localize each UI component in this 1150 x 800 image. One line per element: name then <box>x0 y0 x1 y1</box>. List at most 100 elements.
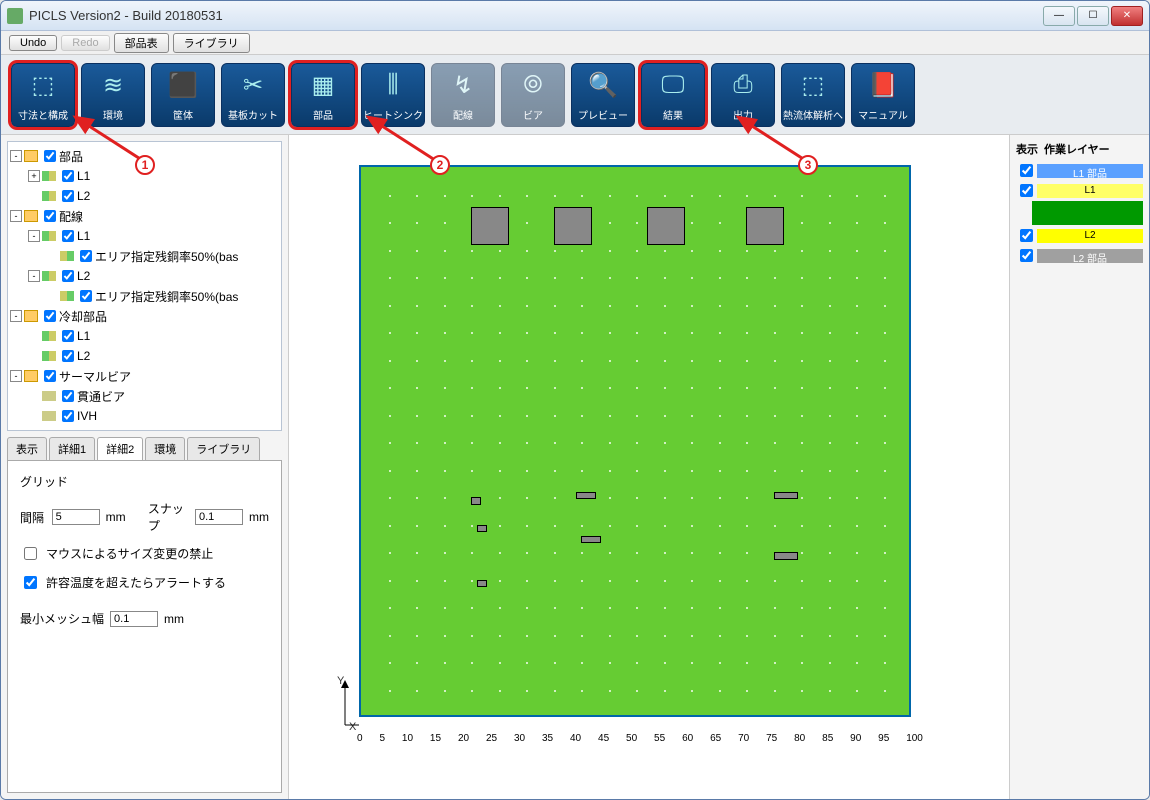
layer-checkbox[interactable] <box>1020 249 1033 262</box>
mesh-input[interactable] <box>110 611 158 627</box>
tree-node[interactable]: L2 <box>10 346 279 366</box>
ribbon-結果[interactable]: 🖵結果 <box>641 63 705 127</box>
tree-checkbox[interactable] <box>44 210 56 222</box>
ribbon-筐体[interactable]: ⬛筐体 <box>151 63 215 127</box>
layer-checkbox[interactable] <box>1020 164 1033 177</box>
snap-input[interactable] <box>195 509 243 525</box>
expand-icon[interactable]: - <box>10 370 22 382</box>
layer-icon <box>42 171 56 181</box>
pcb-board[interactable] <box>359 165 911 717</box>
tick-label: 0 <box>357 733 363 744</box>
ribbon-熱流体解析へ[interactable]: ⬚熱流体解析へ <box>781 63 845 127</box>
redo-button[interactable]: Redo <box>61 35 109 51</box>
expand-icon[interactable]: - <box>28 270 40 282</box>
tree-checkbox[interactable] <box>62 410 74 422</box>
layer-checkbox[interactable] <box>1020 229 1033 242</box>
tree-node[interactable]: 貫通ビア <box>10 386 279 406</box>
tree-node[interactable]: -冷却部品 <box>10 306 279 326</box>
tree-node[interactable]: L1 <box>10 326 279 346</box>
ribbon-icon: ≋ <box>103 64 123 107</box>
ribbon-ビア[interactable]: ⦾ビア <box>501 63 565 127</box>
ribbon-toolbar: ⬚寸法と構成≋環境⬛筐体✂基板カット▦部品⫼ヒートシンク↯配線⦾ビア🔍プレビュー… <box>1 55 1149 135</box>
layer-checkbox[interactable] <box>1020 184 1033 197</box>
tab-表示[interactable]: 表示 <box>7 437 47 460</box>
maximize-button[interactable]: ☐ <box>1077 6 1109 26</box>
tree-checkbox[interactable] <box>62 270 74 282</box>
tree-node[interactable]: L2 <box>10 186 279 206</box>
tree-checkbox[interactable] <box>80 250 92 262</box>
expand-icon[interactable]: - <box>10 150 22 162</box>
close-button[interactable]: ✕ <box>1111 6 1143 26</box>
alert-temp-checkbox[interactable] <box>24 576 37 589</box>
layer-icon <box>42 231 56 241</box>
layer-row[interactable]: L2 <box>1016 226 1143 245</box>
tree-label: L1 <box>77 329 90 343</box>
expand-icon[interactable]: + <box>28 170 40 182</box>
layer-row[interactable]: L1 <box>1016 181 1143 200</box>
tree-node[interactable]: エリア指定残銅率50%(bas <box>10 246 279 266</box>
ribbon-マニュアル[interactable]: 📕マニュアル <box>851 63 915 127</box>
tab-ライブラリ[interactable]: ライブラリ <box>187 437 260 460</box>
component-chip[interactable] <box>471 207 509 245</box>
tree-checkbox[interactable] <box>62 350 74 362</box>
ribbon-プレビュー[interactable]: 🔍プレビュー <box>571 63 635 127</box>
lock-resize-checkbox[interactable] <box>24 547 37 560</box>
tree-node[interactable]: エリア指定残銅率50%(bas <box>10 286 279 306</box>
ribbon-ヒートシンク[interactable]: ⫼ヒートシンク <box>361 63 425 127</box>
app-icon <box>7 8 23 24</box>
spacing-input[interactable] <box>52 509 100 525</box>
tab-詳細1[interactable]: 詳細1 <box>49 437 95 460</box>
tree-view[interactable]: -部品+L1L2-配線-L1エリア指定残銅率50%(bas-L2エリア指定残銅率… <box>7 141 282 431</box>
undo-button[interactable]: Undo <box>9 35 57 51</box>
tree-node[interactable]: -配線 <box>10 206 279 226</box>
ribbon-部品[interactable]: ▦部品 <box>291 63 355 127</box>
partslist-button[interactable]: 部品表 <box>114 33 169 53</box>
component-small[interactable] <box>477 580 487 588</box>
component-chip[interactable] <box>746 207 784 245</box>
tree-checkbox[interactable] <box>62 230 74 242</box>
layer-row[interactable]: L2 部品 <box>1016 246 1143 265</box>
component-small[interactable] <box>477 525 487 533</box>
ribbon-寸法と構成[interactable]: ⬚寸法と構成 <box>11 63 75 127</box>
tree-node[interactable]: -サーマルビア <box>10 366 279 386</box>
ribbon-配線[interactable]: ↯配線 <box>431 63 495 127</box>
tree-node[interactable]: -L1 <box>10 226 279 246</box>
component-small[interactable] <box>774 552 798 560</box>
tick-label: 30 <box>514 733 525 744</box>
ribbon-基板カット[interactable]: ✂基板カット <box>221 63 285 127</box>
tab-詳細2[interactable]: 詳細2 <box>97 437 143 460</box>
tree-checkbox[interactable] <box>62 390 74 402</box>
layer-row[interactable] <box>1016 201 1143 225</box>
expand-icon[interactable]: - <box>28 230 40 242</box>
expand-icon[interactable]: - <box>10 310 22 322</box>
rp-hdr-show: 表示 <box>1016 141 1044 157</box>
tree-node[interactable]: -L2 <box>10 266 279 286</box>
tree-checkbox[interactable] <box>62 330 74 342</box>
tab-環境[interactable]: 環境 <box>145 437 185 460</box>
minimize-button[interactable]: — <box>1043 6 1075 26</box>
component-small[interactable] <box>581 536 601 544</box>
component-chip[interactable] <box>647 207 685 245</box>
canvas-area[interactable]: Y X 051015202530354045505560657075808590… <box>289 135 1009 799</box>
tree-checkbox[interactable] <box>62 170 74 182</box>
component-chip[interactable] <box>554 207 592 245</box>
tree-checkbox[interactable] <box>80 290 92 302</box>
tree-checkbox[interactable] <box>62 190 74 202</box>
layer-row[interactable]: L1 部品 <box>1016 161 1143 180</box>
layer-icon <box>42 271 56 281</box>
snap-label: スナップ <box>148 500 189 534</box>
layer-icon <box>42 351 56 361</box>
expand-icon[interactable]: - <box>10 210 22 222</box>
component-small[interactable] <box>576 492 596 500</box>
tree-node[interactable]: IVH <box>10 406 279 426</box>
tree-checkbox[interactable] <box>44 150 56 162</box>
tree-checkbox[interactable] <box>44 310 56 322</box>
component-small[interactable] <box>774 492 798 500</box>
tree-checkbox[interactable] <box>44 370 56 382</box>
ribbon-環境[interactable]: ≋環境 <box>81 63 145 127</box>
component-small[interactable] <box>471 497 481 505</box>
ribbon-icon: ⬛ <box>168 64 198 107</box>
titlebar: PICLS Version2 - Build 20180531 — ☐ ✕ <box>1 1 1149 31</box>
ribbon-出力[interactable]: ⎙出力 <box>711 63 775 127</box>
library-button[interactable]: ライブラリ <box>173 33 250 53</box>
